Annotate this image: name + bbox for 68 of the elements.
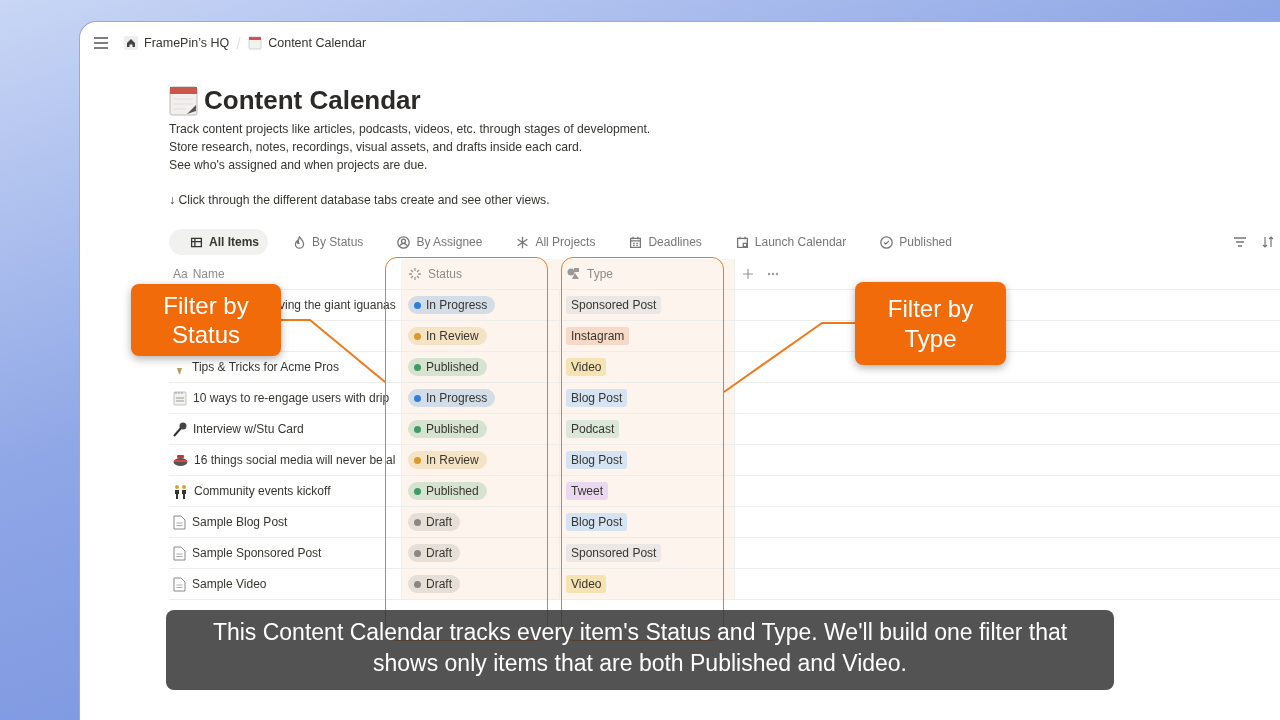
status-label: Published xyxy=(426,484,479,498)
callout-label: Filter by Type xyxy=(855,282,1006,365)
type-tag: Sponsored Post xyxy=(566,544,662,562)
page-icon xyxy=(173,545,186,561)
sort-icon[interactable] xyxy=(1262,236,1274,248)
item-name[interactable]: Sample Video xyxy=(192,577,267,591)
type-tag: Blog Post xyxy=(566,389,628,407)
view-tab[interactable]: By Assignee xyxy=(376,229,492,255)
breadcrumb-link[interactable]: Content Calendar xyxy=(268,36,367,50)
column-header[interactable]: Aa Name xyxy=(173,267,225,281)
breadcrumb-link[interactable]: FramePin’s HQ xyxy=(144,36,230,50)
microphone-icon xyxy=(173,421,187,437)
description-text: See who's assigned and when projects are due. xyxy=(169,157,429,174)
item-name[interactable]: Interview w/Stu Card xyxy=(193,422,304,436)
item-name[interactable]: Sample Blog Post xyxy=(192,515,288,529)
type-tag: Podcast xyxy=(566,420,620,438)
item-name[interactable]: Tips & Tricks for Acme Pros xyxy=(192,360,339,374)
status-label: Draft xyxy=(426,577,452,591)
type-tag: Video xyxy=(566,358,607,376)
view-tab[interactable]: Published xyxy=(859,229,961,255)
type-tag: Instagram xyxy=(566,327,630,345)
page-icon xyxy=(173,576,186,592)
item-name[interactable]: Sample Sponsored Post xyxy=(192,546,322,560)
hint-text: ↓ Click through the different database tabs create and see other views. xyxy=(169,192,551,209)
view-tab[interactable]: All Projects xyxy=(495,229,605,255)
page-icon xyxy=(173,514,186,530)
status-label: In Progress xyxy=(426,298,488,312)
asterisk-icon xyxy=(516,235,530,249)
description-text: Store research, notes, recordings, visual assets, and drafts inside each card. xyxy=(169,139,584,156)
calendar-icon xyxy=(629,235,643,249)
notepad-icon xyxy=(173,390,187,406)
item-name[interactable]: 16 things social media will never be al xyxy=(194,453,396,467)
subtitle-caption: This Content Calendar tracks every item's Status and Type. We'll build one filter that shows only items that are both Published and Video. xyxy=(166,610,1114,690)
menu-icon[interactable] xyxy=(94,37,108,49)
curling-stone-icon xyxy=(173,453,188,467)
view-tab[interactable]: Deadlines xyxy=(608,229,711,255)
type-tag: Tweet xyxy=(566,482,608,500)
view-tab[interactable]: Launch Calendar xyxy=(714,229,856,255)
status-label: In Review xyxy=(426,453,479,467)
view-tab[interactable]: By Status xyxy=(272,229,373,255)
status-label: In Progress xyxy=(426,391,488,405)
description-text: Track content projects like articles, podcasts, videos, etc. through stages of development. xyxy=(169,121,652,138)
status-label: Draft xyxy=(426,515,452,529)
add-column-icon[interactable] xyxy=(743,269,753,279)
person-icon xyxy=(397,235,411,249)
flame-icon xyxy=(293,235,306,249)
status-label: Published xyxy=(426,360,479,374)
calendar-icon xyxy=(169,84,199,116)
people-icon xyxy=(173,483,188,499)
type-tag: Blog Post xyxy=(566,451,628,469)
status-label: Draft xyxy=(426,546,452,560)
loading-icon xyxy=(409,268,421,280)
shapes-icon xyxy=(567,268,580,280)
status-label: In Review xyxy=(426,329,479,343)
type-tag: Sponsored Post xyxy=(566,296,662,314)
calendar-icon xyxy=(735,235,749,249)
type-tag: Blog Post xyxy=(566,513,628,531)
view-tab[interactable]: All Items xyxy=(169,229,268,255)
filter-icon[interactable] xyxy=(1234,237,1246,247)
more-icon[interactable] xyxy=(767,272,779,276)
table-icon xyxy=(190,235,203,249)
home-icon xyxy=(124,36,138,50)
calendar-icon xyxy=(248,36,263,50)
item-name[interactable]: Community events kickoff xyxy=(194,484,331,498)
type-tag: Video xyxy=(566,575,607,593)
callout-label: Filter by Status xyxy=(131,284,281,356)
status-label: Published xyxy=(426,422,479,436)
page-title: Content Calendar xyxy=(204,84,421,116)
